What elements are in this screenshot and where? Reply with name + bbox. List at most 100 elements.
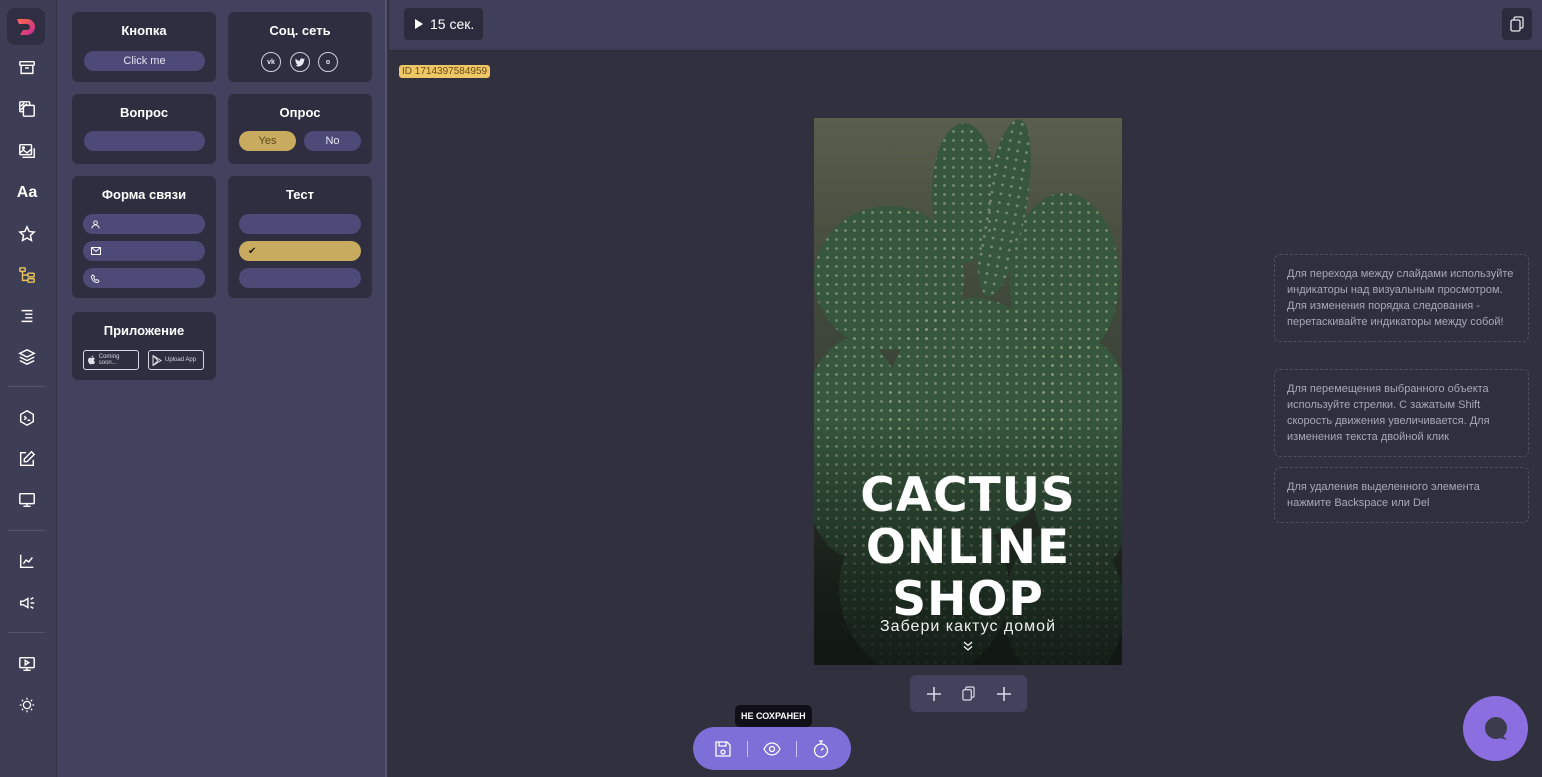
edit-icon [19,450,36,467]
user-icon [91,219,100,229]
chevrons-down-icon [963,641,973,651]
duration-label: 15 сек. [430,16,475,32]
rail-stickers[interactable] [14,221,40,247]
add-slide-after-button[interactable] [991,681,1017,707]
slide-title-line: CACTUS [860,468,1076,523]
save-status-tooltip: НЕ СОХРАНЕН [735,705,812,727]
rail-text[interactable]: Aa [14,180,40,206]
rail-code[interactable] [14,405,40,431]
icon-rail: Aa [0,0,57,777]
slide-canvas[interactable]: CACTUS ONLINE SHOP Забери кактус домой [814,118,1122,665]
logo-icon [17,18,35,35]
rail-align[interactable] [14,303,40,329]
play-store-icon [152,354,162,366]
sun-icon [19,697,35,713]
app-store-label: Coming soon... [98,354,120,366]
widget-title: Тест [286,187,314,202]
chat-widget-button[interactable] [1463,696,1528,761]
widget-test[interactable]: Тест ✔ [228,176,372,298]
timer-button[interactable] [808,736,834,762]
form-email-field [83,241,205,261]
poll-yes: Yes [239,131,296,151]
vk-icon: vk [261,52,281,72]
save-icon [715,740,732,757]
poll-no: No [304,131,361,151]
stack-icon [18,348,36,366]
google-play-label: Upload App [165,357,197,363]
widget-title: Вопрос [119,105,169,120]
widget-contact-form[interactable]: Форма связи [72,176,216,298]
play-icon [415,19,423,29]
tree-icon [19,267,35,283]
slide-title-line: ONLINE [865,520,1071,575]
phone-icon [91,273,100,283]
question-input-sample [84,131,205,151]
rail-preview[interactable] [14,487,40,513]
widget-title: Опрос [279,105,321,120]
mail-icon [91,247,101,255]
rail-promo[interactable] [14,590,40,616]
rail-presentation[interactable] [14,651,40,677]
slide-id-badge: ID 1714397584959 [399,65,491,78]
widget-title: Приложение [103,323,185,338]
duplicate-story-button[interactable] [1502,8,1532,40]
megaphone-icon [19,597,35,609]
images-icon [19,143,35,159]
widget-poll[interactable]: Опрос Yes No [228,94,372,164]
top-bar: 15 сек. [389,0,1542,51]
widget-social[interactable]: Соц. сеть vk o [228,12,372,82]
ok-icon: o [318,52,338,72]
rail-theme[interactable] [14,692,40,718]
widget-title: Форма связи [101,187,187,202]
star-icon [18,225,36,242]
rail-images[interactable] [14,138,40,164]
duplicate-slide-button[interactable] [956,681,982,707]
archive-icon [19,60,35,75]
widget-button[interactable]: Кнопка Click me [72,12,216,82]
rail-layers[interactable] [14,344,40,370]
text-icon: Aa [16,184,38,201]
apple-icon [88,355,96,365]
monitor-icon [19,492,35,508]
rail-separator [8,386,45,387]
add-slide-before-button[interactable] [921,681,947,707]
check-icon: ✔ [248,245,257,257]
form-phone-field [83,268,205,288]
preview-button[interactable] [759,736,785,762]
plus-icon [926,686,941,701]
play-screen-icon [19,656,35,672]
slide-title[interactable]: CACTUS ONLINE SHOP [814,470,1122,626]
copy-icon [1510,16,1524,32]
rail-separator [8,530,45,531]
widget-question[interactable]: Вопрос [72,94,216,164]
layers-pattern-icon [19,101,35,117]
form-name-field [83,214,205,234]
test-option-correct: ✔ [239,241,361,261]
widget-app[interactable]: Приложение Coming soon... Upload App [72,312,216,380]
test-option [239,268,361,288]
duration-button[interactable]: 15 сек. [404,8,483,40]
rail-analytics[interactable] [14,548,40,574]
widgets-panel: Кнопка Click me Соц. сеть vk o Вопрос Оп… [57,0,387,777]
stopwatch-icon [813,739,828,758]
chat-icon [1484,716,1507,740]
plus-icon [996,686,1011,701]
google-play-badge: Upload App [148,350,204,370]
hint-card: Для перемещения выбранного объекта испол… [1274,369,1529,457]
test-option [239,214,361,234]
rail-edit[interactable] [14,446,40,472]
eye-icon [763,741,781,756]
rail-archive[interactable] [14,55,40,81]
toolbar-divider [795,740,797,757]
chart-icon [19,554,34,569]
slide-subtitle[interactable]: Забери кактус домой [814,618,1122,636]
rail-backgrounds[interactable] [14,96,40,122]
app-logo[interactable] [7,8,45,45]
rail-widgets[interactable] [14,262,40,288]
app-store-badge: Coming soon... [83,350,139,370]
bottom-toolbar [693,727,851,770]
align-right-icon [21,309,33,323]
editor-app: Aa Кнопка Click me Соц. сеть vk o Вопрос [0,0,1542,777]
save-button[interactable] [710,736,736,762]
copy-icon [962,686,975,701]
